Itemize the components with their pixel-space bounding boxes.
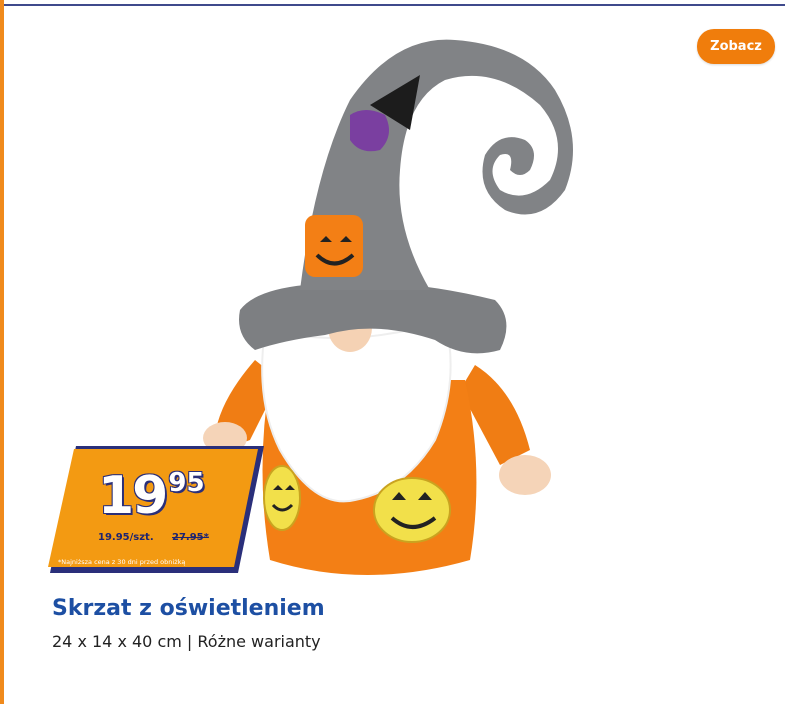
price-decimal: 95 [168,468,205,498]
current-price: 19 95 [98,466,205,536]
see-offer-button[interactable]: Zobacz [697,29,775,64]
product-title[interactable]: Skrzat z oświetleniem [52,596,325,621]
price-integer: 19 [98,466,168,526]
unit-price: 19.95/szt. [98,532,154,543]
product-subtitle: 24 x 14 x 40 cm | Różne warianty [52,632,321,651]
old-price: 27.95* [172,532,209,543]
price-badge: 19 95 19.95/szt. 27.95* *Najniższa cena … [46,446,266,581]
price-footnote: *Najniższa cena z 30 dni przed obniżką [58,558,186,566]
